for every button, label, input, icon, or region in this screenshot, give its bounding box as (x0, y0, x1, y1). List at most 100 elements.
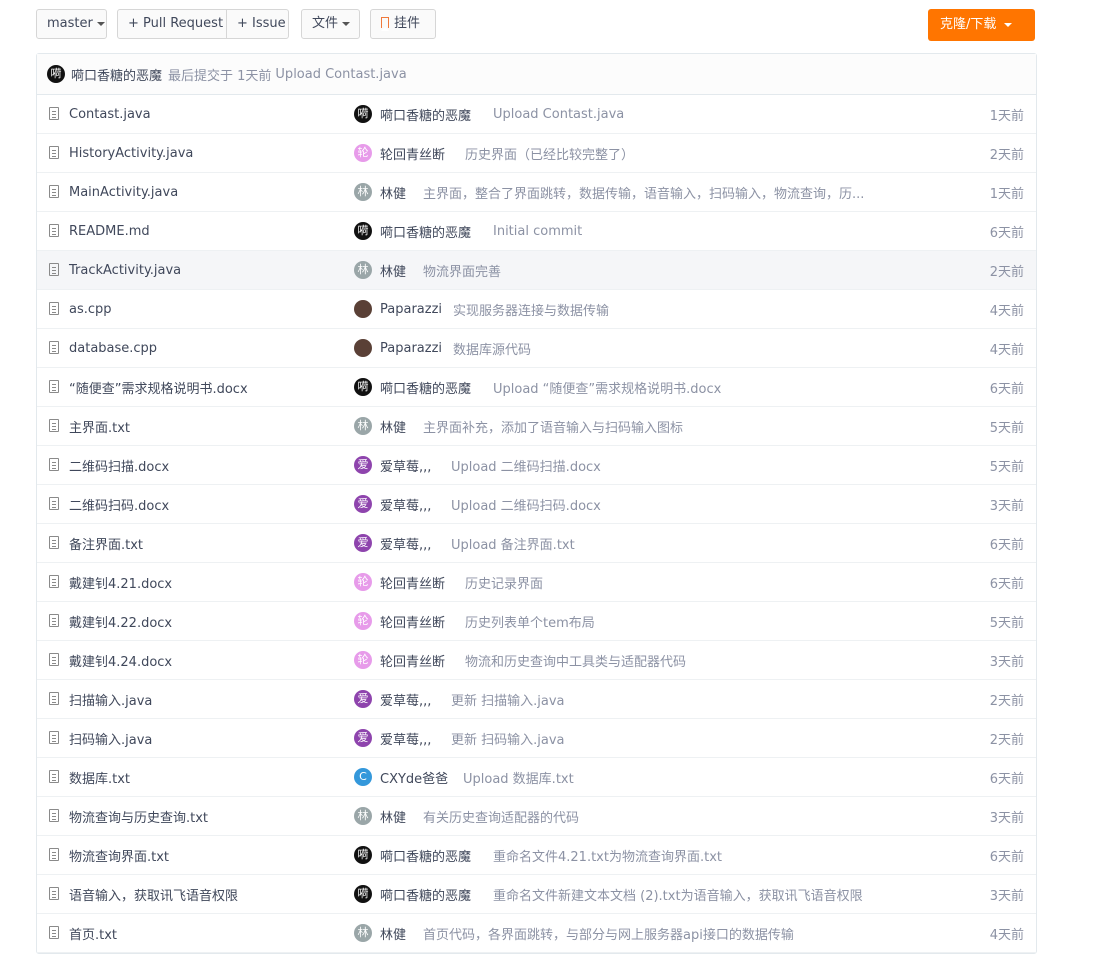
file-name-link[interactable]: 备注界面.txt (69, 534, 143, 553)
file-name-link[interactable]: 语音输入，获取讯飞语音权限 (69, 885, 238, 904)
table-row[interactable]: 扫描输入.java 爱爱草莓,,, 更新 扫描输入.java 2天前 (37, 680, 1036, 719)
commit-message-link[interactable]: Upload Contast.java (493, 107, 624, 122)
commit-message-link[interactable]: Upload 数据库.txt (463, 768, 574, 787)
commit-message-link[interactable]: 历史记录界面 (465, 573, 543, 592)
commit-message-link[interactable]: Upload 备注界面.txt (451, 534, 575, 553)
commit-message-link[interactable]: 重命名文件新建文本文档 (2).txt为语音输入，获取讯飞语音权限 (493, 885, 863, 904)
table-row[interactable]: 物流查询与历史查询.txt 林林健 有关历史查询适配器的代码 3天前 (37, 797, 1036, 836)
avatar[interactable]: 爱 (354, 456, 372, 474)
avatar[interactable]: 嗬 (354, 105, 372, 123)
file-name-link[interactable]: TrackActivity.java (69, 263, 181, 278)
commit-author[interactable]: 林健 (380, 924, 406, 943)
table-row[interactable]: as.cpp Paparazzi 实现服务器连接与数据传输 4天前 (37, 290, 1036, 329)
file-name-link[interactable]: README.md (69, 224, 150, 239)
avatar[interactable]: 林 (354, 807, 372, 825)
commit-message-link[interactable]: Upload “随便查”需求规格说明书.docx (493, 378, 721, 397)
file-name-link[interactable]: 扫码输入.java (69, 729, 152, 748)
table-row[interactable]: 备注界面.txt 爱爱草莓,,, Upload 备注界面.txt 6天前 (37, 524, 1036, 563)
widget-button[interactable]: 挂件 (370, 9, 436, 39)
table-row[interactable]: Contast.java 嗬嗬口香糖的恶魔 Upload Contast.java 1… (37, 95, 1036, 134)
avatar[interactable]: 嗬 (354, 846, 372, 864)
table-row[interactable]: database.cpp Paparazzi 数据库源代码 4天前 (37, 329, 1036, 368)
commit-message-link[interactable]: 历史界面（已经比较完整了） (465, 144, 634, 163)
commit-author[interactable]: 爱草莓,,, (380, 534, 431, 553)
file-name-link[interactable]: as.cpp (69, 302, 112, 317)
table-row[interactable]: 戴建钊4.21.docx 轮轮回青丝断 历史记录界面 6天前 (37, 563, 1036, 602)
file-name-link[interactable]: 戴建钊4.24.docx (69, 651, 172, 670)
table-row[interactable]: 数据库.txt C CXYde爸爸 Upload 数据库.txt 6天前 (37, 758, 1036, 797)
avatar[interactable]: 林 (354, 417, 372, 435)
commit-author[interactable]: 轮回青丝断 (380, 144, 445, 163)
avatar[interactable]: 嗬 (354, 222, 372, 240)
avatar[interactable]: 林 (354, 261, 372, 279)
avatar[interactable] (354, 300, 372, 318)
file-name-link[interactable]: 戴建钊4.21.docx (69, 573, 172, 592)
avatar[interactable]: 爱 (354, 495, 372, 513)
avatar[interactable]: 轮 (354, 573, 372, 591)
file-name-link[interactable]: MainActivity.java (69, 185, 178, 200)
table-row[interactable]: TrackActivity.java 林林健 物流界面完善 2天前 (37, 251, 1036, 290)
commit-author[interactable]: 嗬口香糖的恶魔 (380, 222, 471, 241)
commit-author[interactable]: 嗬口香糖的恶魔 (380, 378, 471, 397)
table-row[interactable]: MainActivity.java 林林健 主界面，整合了界面跳转，数据传输，语音输… (37, 173, 1036, 212)
commit-message-link[interactable]: Upload 二维码扫码.docx (451, 495, 601, 514)
avatar[interactable]: 轮 (354, 651, 372, 669)
commit-message-link[interactable]: 实现服务器连接与数据传输 (453, 300, 609, 319)
pull-request-button[interactable]: + Pull Request (117, 9, 227, 39)
commit-author[interactable]: 林健 (380, 417, 406, 436)
table-row[interactable]: 二维码扫描.docx 爱爱草莓,,, Upload 二维码扫描.docx 5天前 (37, 446, 1036, 485)
avatar[interactable]: C (354, 768, 372, 786)
table-row[interactable]: 语音输入，获取讯飞语音权限 嗬嗬口香糖的恶魔 重命名文件新建文本文档 (2).txt… (37, 875, 1036, 914)
commit-author[interactable]: 爱草莓,,, (380, 729, 431, 748)
commit-author[interactable]: Paparazzi (380, 302, 442, 317)
files-menu-button[interactable]: 文件 (301, 9, 360, 39)
commit-message-link[interactable]: 有关历史查询适配器的代码 (423, 807, 579, 826)
file-name-link[interactable]: 扫描输入.java (69, 690, 152, 709)
table-row[interactable]: HistoryActivity.java 轮轮回青丝断 历史界面（已经比较完整了） 2… (37, 134, 1036, 173)
commit-author[interactable]: 轮回青丝断 (380, 651, 445, 670)
file-name-link[interactable]: 首页.txt (69, 924, 117, 943)
commit-message-link[interactable]: Upload 二维码扫描.docx (451, 456, 601, 475)
file-name-link[interactable]: 戴建钊4.22.docx (69, 612, 172, 631)
issue-button[interactable]: + Issue (226, 9, 289, 39)
clone-download-button[interactable]: 克隆/下载 (928, 9, 1035, 41)
avatar[interactable]: 爱 (354, 729, 372, 747)
table-row[interactable]: 戴建钊4.22.docx 轮轮回青丝断 历史列表单个tem布局 5天前 (37, 602, 1036, 641)
commit-message-link[interactable]: Initial commit (493, 224, 582, 239)
avatar[interactable]: 林 (354, 924, 372, 942)
avatar[interactable]: 轮 (354, 144, 372, 162)
commit-message-link[interactable]: 重命名文件4.21.txt为物流查询界面.txt (493, 846, 722, 865)
avatar[interactable]: 爱 (354, 534, 372, 552)
table-row[interactable]: “随便查”需求规格说明书.docx 嗬嗬口香糖的恶魔 Upload “随便查”需求规… (37, 368, 1036, 407)
table-row[interactable]: 首页.txt 林林健 首页代码，各界面跳转，与部分与网上服务器api接口的数据传输 4… (37, 914, 1036, 953)
commit-author[interactable]: 林健 (380, 261, 406, 280)
commit-author[interactable]: 嗬口香糖的恶魔 (380, 846, 471, 865)
commit-author[interactable]: 爱草莓,,, (380, 456, 431, 475)
avatar[interactable]: 嗬 (47, 65, 65, 83)
table-row[interactable]: 扫码输入.java 爱爱草莓,,, 更新 扫码输入.java 2天前 (37, 719, 1036, 758)
file-name-link[interactable]: Contast.java (69, 107, 151, 122)
avatar[interactable]: 嗬 (354, 378, 372, 396)
file-name-link[interactable]: 物流查询与历史查询.txt (69, 807, 208, 826)
avatar[interactable] (354, 339, 372, 357)
commit-message-link[interactable]: 物流和历史查询中工具类与适配器代码 (465, 651, 686, 670)
avatar[interactable]: 林 (354, 183, 372, 201)
table-row[interactable]: README.md 嗬嗬口香糖的恶魔 Initial commit 6天前 (37, 212, 1036, 251)
table-row[interactable]: 物流查询界面.txt 嗬嗬口香糖的恶魔 重命名文件4.21.txt为物流查询界面.t… (37, 836, 1036, 875)
avatar[interactable]: 轮 (354, 612, 372, 630)
commit-message-link[interactable]: 物流界面完善 (423, 261, 501, 280)
table-row[interactable]: 二维码扫码.docx 爱爱草莓,,, Upload 二维码扫码.docx 3天前 (37, 485, 1036, 524)
commit-author[interactable]: Paparazzi (380, 341, 442, 356)
commit-message-link[interactable]: 更新 扫描输入.java (451, 690, 565, 709)
commit-message-link[interactable]: 更新 扫码输入.java (451, 729, 565, 748)
last-commit-author[interactable]: 嗬口香糖的恶魔 (71, 65, 162, 84)
commit-author[interactable]: 嗬口香糖的恶魔 (380, 105, 471, 124)
avatar[interactable]: 爱 (354, 690, 372, 708)
commit-author[interactable]: CXYde爸爸 (380, 768, 448, 787)
file-name-link[interactable]: 二维码扫码.docx (69, 495, 169, 514)
file-name-link[interactable]: 主界面.txt (69, 417, 130, 436)
last-commit-message[interactable]: Upload Contast.java (275, 67, 406, 82)
commit-author[interactable]: 嗬口香糖的恶魔 (380, 885, 471, 904)
avatar[interactable]: 嗬 (354, 885, 372, 903)
commit-author[interactable]: 爱草莓,,, (380, 690, 431, 709)
